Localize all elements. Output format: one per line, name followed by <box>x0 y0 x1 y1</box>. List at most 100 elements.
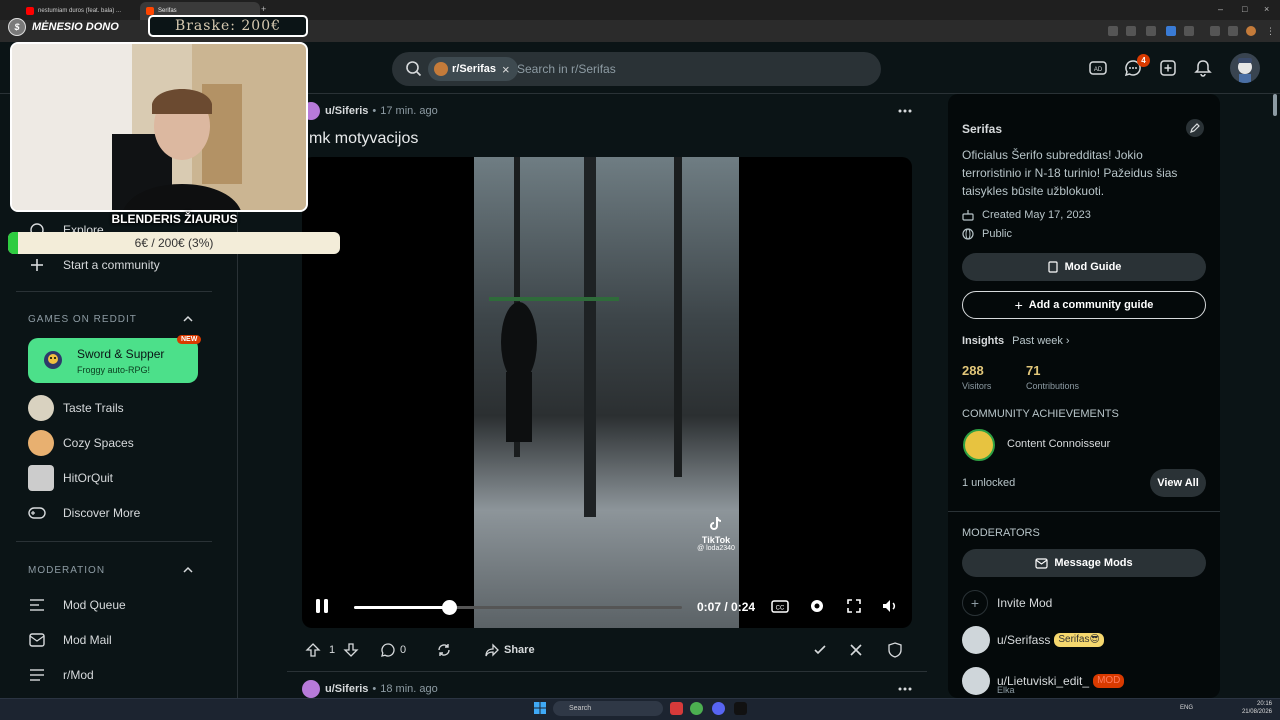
tiktok-icon <box>710 516 722 530</box>
sidebar-item-mod-queue[interactable]: Mod Queue <box>28 593 126 617</box>
gamepad-icon <box>28 504 46 522</box>
sidebar-item-r-mod[interactable]: r/Mod <box>28 663 94 687</box>
chrome-icon[interactable] <box>690 702 703 715</box>
volume-icon[interactable] <box>881 597 899 615</box>
bookmark-icon[interactable] <box>1146 26 1156 36</box>
post-author[interactable]: u/Siferis <box>325 105 368 117</box>
downvote-icon[interactable] <box>343 642 359 658</box>
mod-shield-button[interactable] <box>887 637 903 663</box>
community-description: Oficialus Šerifo subredditas! Jokio terr… <box>962 148 1178 198</box>
download-icon[interactable] <box>1210 26 1220 36</box>
featured-game-subtitle: Froggy auto-RPG! <box>77 365 151 375</box>
share-button[interactable]: Share <box>484 637 535 663</box>
post-meta: u/Siferis • 17 min. ago <box>302 102 438 120</box>
scrollbar[interactable] <box>1272 94 1278 698</box>
mod-guide-button[interactable]: Mod Guide <box>962 253 1206 281</box>
taskbar-search[interactable]: Search <box>553 701 663 716</box>
search-community-chip[interactable]: r/Serifas × <box>428 57 518 81</box>
sidebar-item-discover-more[interactable]: Discover More <box>28 501 140 525</box>
message-mods-button[interactable]: Message Mods <box>962 549 1206 577</box>
post-meta: u/Siferis • 18 min. ago <box>302 680 438 698</box>
menu-icon[interactable]: ⋮ <box>1266 26 1276 36</box>
scrollbar-thumb[interactable] <box>1273 94 1277 116</box>
video-player[interactable] <box>302 157 912 628</box>
clear-chip-icon[interactable]: × <box>502 62 510 77</box>
settings-gear-icon[interactable] <box>808 597 826 615</box>
webcam-scene <box>12 44 306 210</box>
moderator-row[interactable]: u/Serifass Serifas😎 <box>962 626 1104 654</box>
vote-control[interactable]: 1 <box>305 637 359 663</box>
post-author[interactable]: u/Siferis <box>325 683 368 695</box>
user-avatar[interactable] <box>1230 53 1260 83</box>
app-icon[interactable] <box>670 702 683 715</box>
video-frame <box>474 157 739 628</box>
moderator-row[interactable]: u/Lietuviski_edit_ MOD <box>962 667 1125 695</box>
search-icon <box>406 61 422 77</box>
sidebar-item-cozy-spaces[interactable]: Cozy Spaces <box>28 430 134 456</box>
comments-button[interactable]: 0 <box>380 637 406 663</box>
contributions-label: Contributions <box>1026 381 1080 391</box>
translate-icon[interactable] <box>1126 26 1136 36</box>
mail-icon <box>1035 557 1048 569</box>
achievement-name[interactable]: Content Connoisseur <box>1007 438 1110 450</box>
advertise-icon[interactable]: AD <box>1088 58 1108 78</box>
crosspost-icon <box>438 644 450 656</box>
windows-start-icon[interactable] <box>534 702 546 714</box>
more-options-icon[interactable] <box>898 687 912 691</box>
extension-icon[interactable] <box>1166 26 1176 36</box>
view-all-button[interactable]: View All <box>1150 469 1206 497</box>
tiktok-app-icon[interactable] <box>734 702 747 715</box>
post-title[interactable]: mk motyvacijos <box>309 130 418 148</box>
discord-icon[interactable] <box>712 702 725 715</box>
tiktok-watermark: TikTok @ loda2340 <box>692 515 740 552</box>
maximize-icon[interactable]: □ <box>1242 4 1247 14</box>
zoom-icon[interactable] <box>1108 26 1118 36</box>
sidebar-item-mod-mail[interactable]: Mod Mail <box>28 628 112 652</box>
remove-button[interactable] <box>848 637 864 663</box>
taskbar-clock[interactable]: 20:16 21/08/2026 <box>1240 700 1272 716</box>
mail-icon <box>28 631 46 649</box>
house-icon <box>28 430 54 456</box>
insights-row[interactable]: Insights Past week › <box>962 335 1070 347</box>
close-icon <box>850 644 862 656</box>
list-icon <box>28 666 46 684</box>
pause-icon[interactable] <box>313 597 331 615</box>
game-character-icon <box>44 351 62 369</box>
contributions-value: 71 <box>1026 363 1041 378</box>
plus-icon: + <box>962 590 988 616</box>
chevron-up-icon[interactable] <box>182 313 194 325</box>
plus-icon: + <box>1014 297 1023 313</box>
achievement-badge-icon[interactable] <box>963 429 995 461</box>
moderators-heading: MODERATORS <box>962 527 1040 539</box>
approve-button[interactable] <box>812 637 828 663</box>
add-community-guide-button[interactable]: + Add a community guide <box>962 291 1206 319</box>
language-indicator[interactable]: ENG <box>1180 705 1193 711</box>
user-flair: Serifas😎 <box>1054 633 1104 647</box>
captions-icon[interactable]: CC <box>771 597 789 615</box>
crosspost-button[interactable] <box>436 637 452 663</box>
bell-icon[interactable] <box>1193 58 1213 78</box>
cake-icon <box>962 210 974 221</box>
fullscreen-icon[interactable] <box>845 597 863 615</box>
close-window-icon[interactable]: × <box>1264 4 1269 14</box>
comment-icon <box>381 643 395 657</box>
moderator-subtitle: Elka <box>997 685 1015 695</box>
sidebar-item-taste-trails[interactable]: Taste Trails <box>28 395 124 421</box>
sidepanel-icon[interactable] <box>1228 26 1238 36</box>
visitors-value: 288 <box>962 363 984 378</box>
profile-icon[interactable] <box>1246 26 1256 36</box>
invite-mod-button[interactable]: + Invite Mod <box>962 590 1052 616</box>
moderator-avatar <box>962 626 990 654</box>
sidebar-item-hitorquit[interactable]: HitOrQuit <box>28 465 113 491</box>
more-options-icon[interactable] <box>898 109 912 113</box>
community-name: Serifas <box>962 122 1003 136</box>
minimize-icon[interactable]: – <box>1218 4 1223 14</box>
chevron-up-icon[interactable] <box>182 564 194 576</box>
new-tab-icon[interactable]: + <box>261 4 266 14</box>
upvote-icon[interactable] <box>305 642 321 658</box>
edit-pencil-icon[interactable] <box>1185 118 1205 138</box>
notification-badge: 4 <box>1137 54 1150 67</box>
create-post-icon[interactable] <box>1158 58 1178 78</box>
extensions-icon[interactable] <box>1184 26 1194 36</box>
sidebar-item-start-community[interactable]: Start a community <box>28 253 160 277</box>
